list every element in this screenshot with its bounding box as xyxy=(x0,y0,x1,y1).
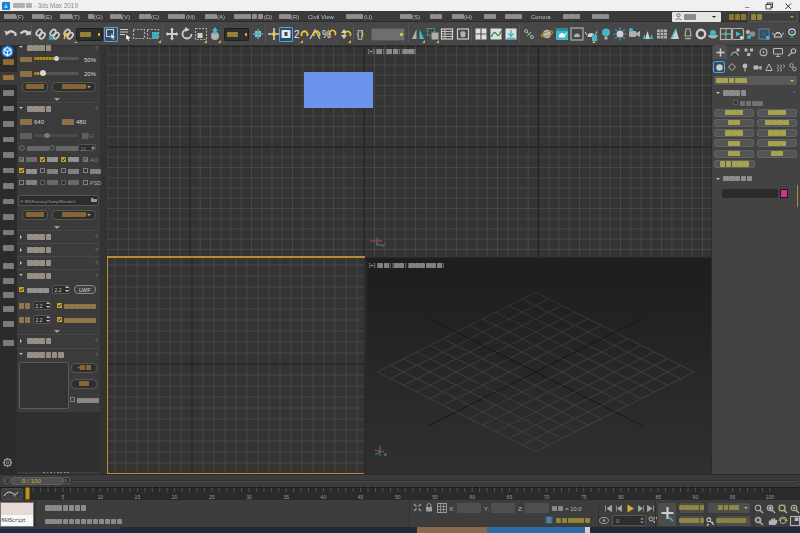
svg-text:55: 55 xyxy=(432,494,438,500)
svg-text:95: 95 xyxy=(730,494,736,500)
svg-text:45: 45 xyxy=(358,494,364,500)
svg-text:40: 40 xyxy=(321,494,327,500)
svg-text:10: 10 xyxy=(97,494,103,500)
svg-text:85: 85 xyxy=(655,494,661,500)
svg-text:30: 30 xyxy=(246,494,252,500)
svg-text:50: 50 xyxy=(395,494,401,500)
svg-text:65: 65 xyxy=(507,494,513,500)
svg-text:90: 90 xyxy=(693,494,699,500)
svg-text:x: x xyxy=(384,451,387,457)
svg-text:60: 60 xyxy=(469,494,475,500)
svg-text:20: 20 xyxy=(172,494,178,500)
svg-text:15: 15 xyxy=(135,494,141,500)
svg-text:100: 100 xyxy=(766,494,775,500)
svg-text:35: 35 xyxy=(283,494,289,500)
svg-text:25: 25 xyxy=(209,494,215,500)
svg-text:75: 75 xyxy=(581,494,587,500)
svg-text:5: 5 xyxy=(62,494,65,500)
svg-text:80: 80 xyxy=(618,494,624,500)
svg-text:2: 2 xyxy=(294,29,300,40)
svg-text:x: x xyxy=(383,241,386,247)
svg-text:70: 70 xyxy=(544,494,550,500)
